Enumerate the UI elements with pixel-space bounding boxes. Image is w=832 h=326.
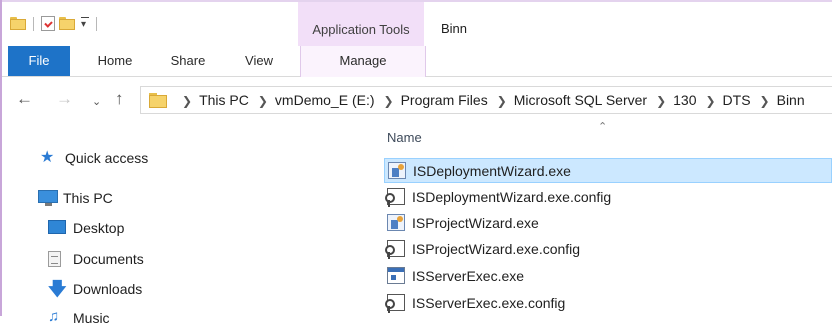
file-row[interactable]: ISDeploymentWizard.exe: [384, 158, 832, 183]
recent-locations-chevron-icon[interactable]: ⌄: [92, 92, 101, 112]
star-icon: ★: [40, 149, 55, 166]
nav-item-music[interactable]: ♫ Music: [48, 308, 110, 326]
file-row[interactable]: ISServerExec.exe.config: [384, 290, 832, 315]
config-file-icon: [385, 188, 405, 207]
folder-icon[interactable]: [10, 17, 26, 30]
tab-file[interactable]: File: [8, 46, 70, 76]
nav-item-desktop[interactable]: Desktop: [48, 220, 124, 236]
tab-view[interactable]: View: [224, 46, 294, 76]
nav-item-this-pc[interactable]: This PC: [38, 190, 113, 206]
toolbar-separator: [96, 16, 97, 31]
wizard-exe-icon: [387, 214, 405, 231]
quick-access-toolbar: ▾: [10, 16, 100, 31]
up-arrow-icon[interactable]: ↑: [115, 89, 124, 109]
breadcrumb-separator-icon[interactable]: ❯: [384, 94, 394, 108]
computer-icon: [38, 190, 58, 206]
breadcrumb-separator-icon[interactable]: ❯: [656, 94, 666, 108]
nav-item-documents[interactable]: Documents: [48, 251, 144, 267]
nav-item-label: Desktop: [73, 220, 125, 236]
breadcrumb-item[interactable]: This PC: [199, 92, 249, 108]
file-row[interactable]: ISDeploymentWizard.exe.config: [384, 184, 832, 209]
customize-toolbar-dropdown-icon[interactable]: ▾: [81, 17, 89, 30]
tab-home[interactable]: Home: [80, 46, 150, 76]
file-name: ISDeploymentWizard.exe: [413, 162, 571, 179]
breadcrumb-item[interactable]: DTS: [723, 92, 751, 108]
file-name: ISProjectWizard.exe: [412, 214, 539, 231]
nav-item-quick-access[interactable]: ★ Quick access: [40, 149, 149, 167]
config-file-icon: [385, 294, 405, 313]
folder-icon: [149, 93, 167, 108]
properties-icon[interactable]: [41, 16, 55, 31]
nav-item-label: Quick access: [65, 150, 149, 166]
breadcrumb-separator-icon[interactable]: ❯: [258, 94, 268, 108]
breadcrumb-item[interactable]: 130: [673, 92, 696, 108]
navigation-pane: ★ Quick access This PC Desktop Documents…: [2, 120, 374, 326]
nav-item-downloads[interactable]: 🡇 Downloads: [48, 279, 143, 299]
nav-item-label: Downloads: [73, 281, 143, 297]
new-folder-icon[interactable]: [59, 17, 75, 30]
file-name: ISDeploymentWizard.exe.config: [412, 188, 612, 205]
desktop-icon: [48, 220, 66, 234]
contextual-tab-label: Application Tools: [312, 22, 410, 37]
file-row[interactable]: ISProjectWizard.exe.config: [384, 236, 832, 261]
file-name: ISServerExec.exe.config: [412, 294, 566, 311]
file-row[interactable]: ISServerExec.exe: [384, 263, 832, 288]
column-header-name[interactable]: Name: [387, 130, 422, 145]
file-list: ⌃ Name ISDeploymentWizard.exe ISDeployme…: [380, 120, 832, 316]
documents-icon: [48, 251, 61, 267]
breadcrumb-separator-icon[interactable]: ❯: [497, 94, 507, 108]
sort-ascending-icon: ⌃: [598, 121, 608, 133]
navigation-bar: ← → ⌄ ↑ ❯ This PC ❯ vmDemo_E (E:) ❯ Program F…: [2, 83, 832, 117]
breadcrumb-separator-icon[interactable]: ❯: [705, 94, 715, 108]
ribbon-tabs: File Home Share View Manage: [2, 46, 832, 77]
breadcrumb-separator-icon[interactable]: ❯: [182, 94, 192, 108]
back-arrow-icon[interactable]: ←: [16, 89, 33, 109]
breadcrumb-item[interactable]: Binn: [777, 92, 805, 108]
breadcrumb-item[interactable]: Program Files: [401, 92, 488, 108]
window-title: Binn: [441, 21, 468, 36]
wizard-exe-icon: [388, 162, 406, 179]
breadcrumb-item[interactable]: Microsoft SQL Server: [514, 92, 647, 108]
downloads-icon: 🡇: [48, 279, 67, 299]
file-name: ISServerExec.exe: [412, 267, 525, 284]
config-file-icon: [385, 240, 405, 259]
tab-share[interactable]: Share: [155, 46, 221, 76]
forward-arrow-icon[interactable]: →: [56, 89, 73, 109]
breadcrumb: ❯ This PC ❯ vmDemo_E (E:) ❯ Program Files ❯ Mic…: [173, 87, 805, 113]
music-icon: ♫: [48, 308, 60, 325]
contextual-tab-header: Application Tools: [298, 2, 424, 46]
nav-item-label: This PC: [63, 190, 113, 206]
file-row[interactable]: ISProjectWizard.exe: [384, 210, 832, 235]
file-name: ISProjectWizard.exe.config: [412, 240, 581, 257]
address-bar[interactable]: ❯ This PC ❯ vmDemo_E (E:) ❯ Program Files ❯ Mic…: [140, 86, 832, 114]
nav-item-label: Documents: [73, 251, 144, 267]
breadcrumb-item[interactable]: vmDemo_E (E:): [275, 92, 375, 108]
nav-item-label: Music: [73, 310, 110, 326]
toolbar-separator: [33, 16, 34, 31]
app-exe-icon: [387, 267, 405, 284]
breadcrumb-separator-icon[interactable]: ❯: [760, 94, 770, 108]
tab-manage[interactable]: Manage: [300, 46, 426, 77]
